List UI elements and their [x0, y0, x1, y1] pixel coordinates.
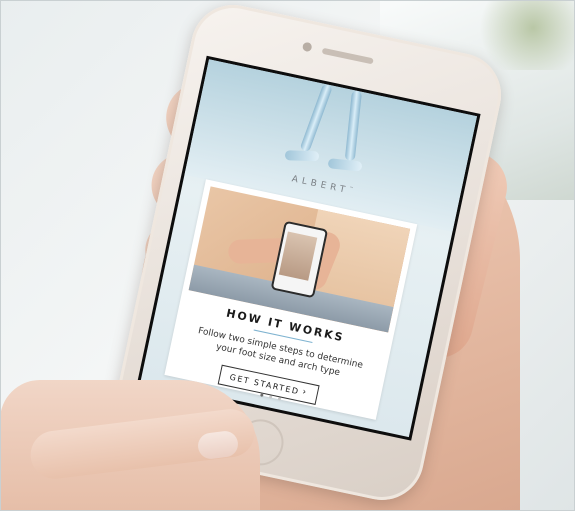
image-border — [0, 0, 575, 511]
